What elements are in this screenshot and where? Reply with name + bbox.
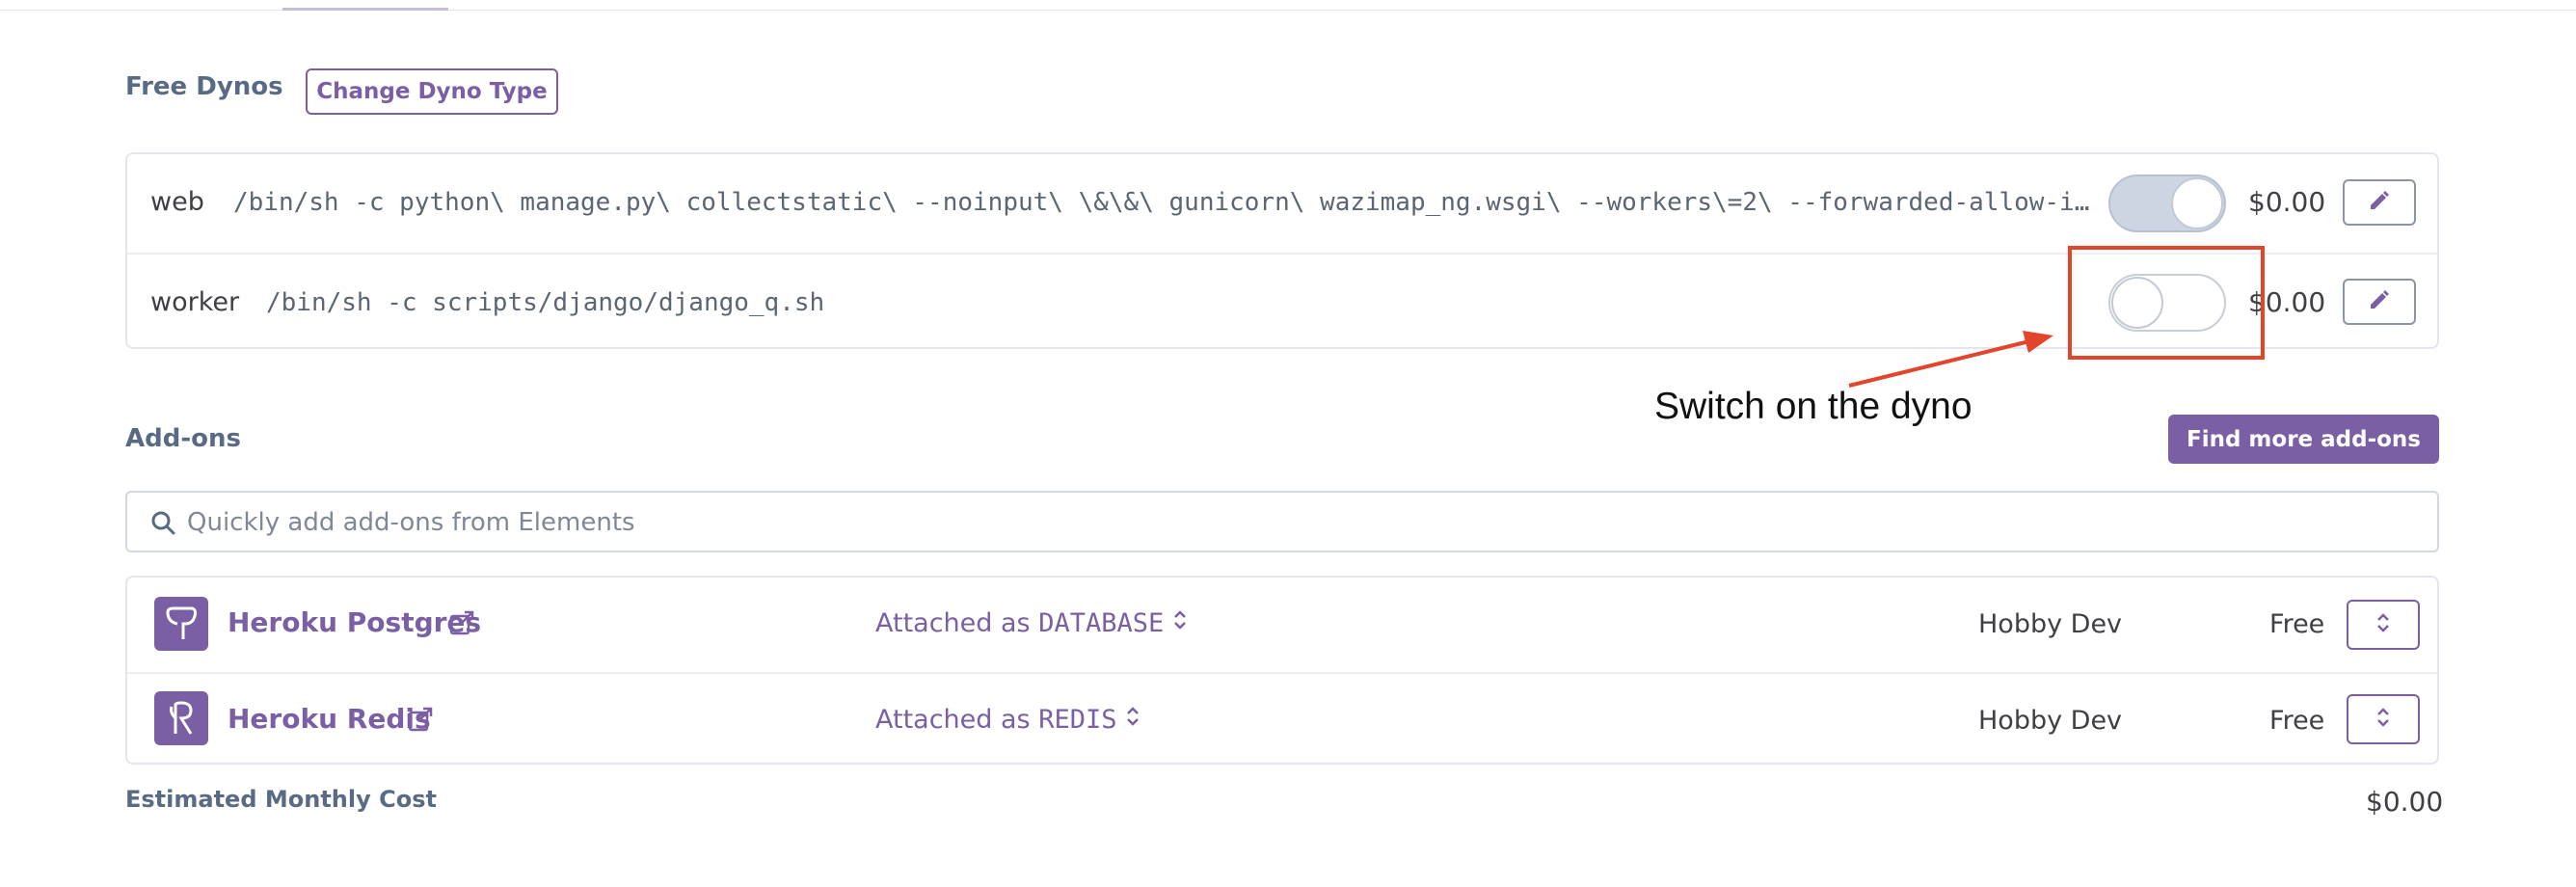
addon-plan: Hobby Dev <box>1978 706 2123 736</box>
chevron-up-down-icon <box>2375 705 2392 734</box>
attached-prefix: Attached as <box>875 705 1031 735</box>
sort-chevrons-icon <box>1125 705 1140 735</box>
external-link-icon[interactable] <box>408 707 433 736</box>
attached-prefix: Attached as <box>875 608 1031 638</box>
addon-name[interactable]: Heroku Postgres <box>228 606 481 638</box>
addon-attachment[interactable]: Attached as REDIS <box>875 705 1140 735</box>
chevron-up-down-icon <box>2375 610 2392 639</box>
addon-row-redis: Heroku Redis Attached as REDIS Hobby Dev… <box>127 672 2437 765</box>
estimated-cost-label: Estimated Monthly Cost <box>125 786 437 813</box>
annotation-text: Switch on the dyno <box>1654 386 1972 427</box>
addon-price: Free <box>2269 706 2325 736</box>
addon-attachment[interactable]: Attached as DATABASE <box>875 608 1188 638</box>
addon-name[interactable]: Heroku Redis <box>228 703 431 735</box>
addon-menu-button-redis[interactable] <box>2347 694 2420 744</box>
addon-menu-button-postgres[interactable] <box>2347 600 2420 650</box>
addon-plan: Hobby Dev <box>1978 609 2123 639</box>
addon-price: Free <box>2269 609 2325 639</box>
postgres-logo-icon <box>154 597 208 651</box>
addon-search-input[interactable]: Quickly add add-ons from Elements <box>125 491 2439 552</box>
attachment-name: REDIS <box>1038 705 1117 735</box>
estimated-cost-value: $0.00 <box>2366 786 2444 818</box>
attachment-name: DATABASE <box>1038 608 1165 638</box>
addons-section-title: Add-ons <box>125 424 241 453</box>
redis-logo-icon <box>154 691 208 745</box>
sort-chevrons-icon <box>1172 608 1188 638</box>
search-icon <box>150 510 175 539</box>
external-link-icon[interactable] <box>449 610 474 639</box>
search-placeholder: Quickly add add-ons from Elements <box>187 508 635 537</box>
addon-row-postgres: Heroku Postgres Attached as DATABASE Hob… <box>127 578 2437 672</box>
addons-panel: Heroku Postgres Attached as DATABASE Hob… <box>125 576 2439 765</box>
find-more-addons-button[interactable]: Find more add-ons <box>2168 415 2439 464</box>
